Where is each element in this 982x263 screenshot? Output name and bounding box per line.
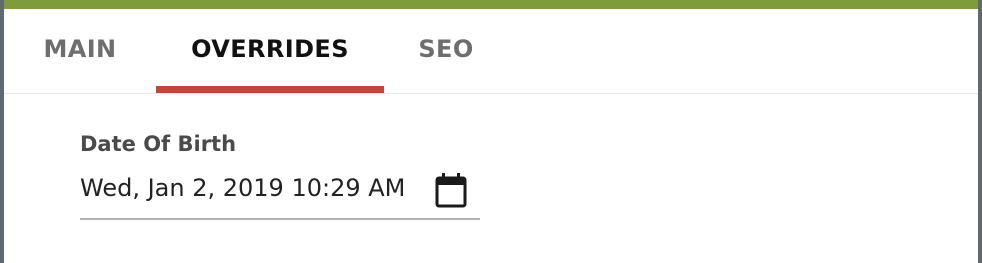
tab-main[interactable]: MAIN xyxy=(4,9,156,93)
tab-bar: MAIN OVERRIDES SEO xyxy=(4,9,978,94)
date-of-birth-label: Date Of Birth xyxy=(80,132,237,156)
date-of-birth-input[interactable]: Wed, Jan 2, 2019 10:29 AM xyxy=(80,172,480,220)
calendar-icon[interactable] xyxy=(434,172,468,208)
date-of-birth-value: Wed, Jan 2, 2019 10:29 AM xyxy=(80,174,406,202)
tab-seo[interactable]: SEO xyxy=(384,9,508,93)
date-of-birth-field: Date Of Birth Wed, Jan 2, 2019 10:29 AM xyxy=(80,132,480,220)
overrides-panel: MAIN OVERRIDES SEO Date Of Birth Wed, Ja… xyxy=(4,0,978,263)
tab-overrides[interactable]: OVERRIDES xyxy=(156,9,384,93)
